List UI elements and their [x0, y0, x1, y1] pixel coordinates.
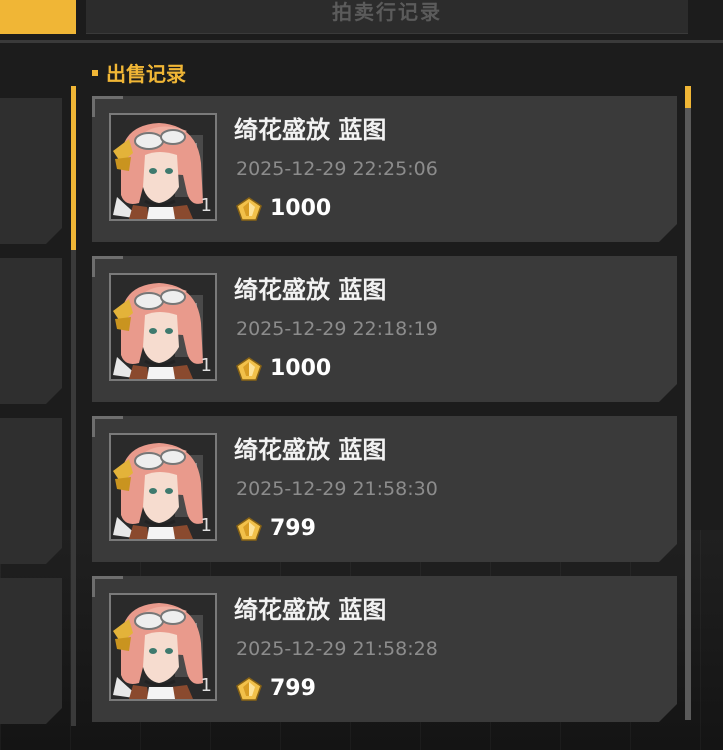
price-row: 1000: [236, 196, 331, 221]
sale-price: 1000: [270, 196, 332, 221]
item-avatar[interactable]: 1: [109, 593, 217, 701]
pink-hair-character-portrait-icon: [111, 595, 215, 699]
item-quantity: 1: [200, 515, 212, 536]
tab-label: 拍卖行记录: [332, 0, 442, 24]
gold-crystal-icon: [236, 517, 262, 541]
item-quantity: 1: [200, 195, 212, 216]
records-scrollbar-track[interactable]: [685, 86, 691, 720]
item-name: 绮花盛放 蓝图: [234, 276, 387, 304]
price-row: 1000: [236, 356, 331, 381]
gold-crystal-icon: [236, 677, 262, 701]
item-avatar[interactable]: 1: [109, 433, 217, 541]
sale-timestamp: 2025-12-29 21:58:30: [236, 478, 438, 500]
sale-timestamp: 2025-12-29 22:18:19: [236, 318, 438, 340]
pink-hair-character-portrait-icon: [111, 275, 215, 379]
left-list-card[interactable]: [0, 578, 62, 724]
item-quantity: 1: [200, 355, 212, 376]
item-avatar[interactable]: 1: [109, 113, 217, 221]
sale-record[interactable]: 1 绮花盛放 蓝图 2025-12-29 22:25:06 1000: [92, 96, 677, 242]
left-scrollbar-thumb[interactable]: [71, 86, 76, 250]
sale-timestamp: 2025-12-29 22:25:06: [236, 158, 438, 180]
item-name: 绮花盛放 蓝图: [234, 596, 387, 624]
item-name: 绮花盛放 蓝图: [234, 116, 387, 144]
sale-price: 799: [270, 516, 316, 541]
item-name: 绮花盛放 蓝图: [234, 436, 387, 464]
sale-record[interactable]: 1 绮花盛放 蓝图 2025-12-29 21:58:30 799: [92, 416, 677, 562]
pink-hair-character-portrait-icon: [111, 435, 215, 539]
price-row: 799: [236, 676, 316, 701]
left-list-card[interactable]: [0, 258, 62, 404]
price-row: 799: [236, 516, 316, 541]
header-divider: [0, 40, 723, 43]
item-quantity: 1: [200, 675, 212, 696]
sale-record[interactable]: 1 绮花盛放 蓝图 2025-12-29 22:18:19 1000: [92, 256, 677, 402]
left-list-card[interactable]: [0, 98, 62, 244]
item-avatar[interactable]: 1: [109, 273, 217, 381]
sale-price: 799: [270, 676, 316, 701]
gold-crystal-icon: [236, 357, 262, 381]
tab-auction-records[interactable]: 拍卖行记录: [86, 0, 688, 34]
sale-record[interactable]: 1 绮花盛放 蓝图 2025-12-29 21:58:28 799: [92, 576, 677, 722]
section-title: 出售记录: [106, 62, 186, 86]
pink-hair-character-portrait-icon: [111, 115, 215, 219]
sale-timestamp: 2025-12-29 21:58:28: [236, 638, 438, 660]
sale-price: 1000: [270, 356, 332, 381]
records-scrollbar-thumb[interactable]: [685, 86, 691, 108]
left-list-card[interactable]: [0, 418, 62, 564]
section-header: 出售记录: [92, 58, 186, 87]
gold-crystal-icon: [236, 197, 262, 221]
active-tab-edge[interactable]: [0, 0, 76, 34]
section-bullet: [92, 69, 98, 76]
